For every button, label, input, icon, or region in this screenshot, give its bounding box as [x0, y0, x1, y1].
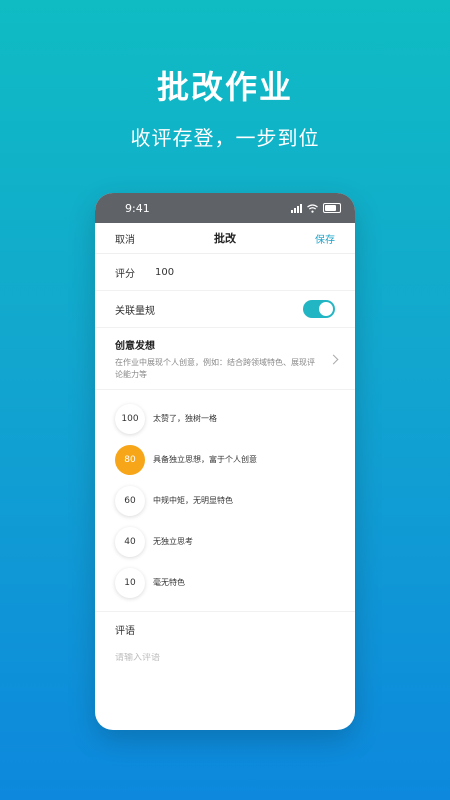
- comment-section: 评语: [95, 612, 355, 674]
- rubric-link-label: 关联量规: [115, 305, 155, 317]
- phone-mockup: 9:41 取消 批改 保存 评分 100 关联量规 创意发想 在作业中展现个人创…: [95, 193, 355, 730]
- score-badge-selected[interactable]: 80: [115, 444, 145, 475]
- status-bar: 9:41: [95, 193, 355, 223]
- signal-icon: [291, 203, 302, 213]
- score-level-80[interactable]: 80 具备独立思想，富于个人创意: [95, 439, 355, 480]
- score-value[interactable]: 100: [155, 267, 174, 278]
- score-badge[interactable]: 40: [115, 526, 145, 557]
- rubric-link-row: 关联量规: [95, 291, 355, 328]
- battery-icon: [323, 203, 341, 213]
- status-icons: [291, 203, 341, 213]
- criteria-description: 在作业中展现个人创意，例如：结合跨领域特色、展现评论能力等: [115, 358, 315, 379]
- score-level-text: 毫无特色: [153, 578, 185, 587]
- score-level-text: 中规中矩，无明显特色: [153, 496, 233, 505]
- score-level-text: 具备独立思想，富于个人创意: [153, 455, 257, 464]
- score-badge[interactable]: 60: [115, 485, 145, 516]
- toggle-knob: [319, 302, 333, 316]
- score-row[interactable]: 评分 100: [95, 254, 355, 291]
- score-level-100[interactable]: 100 太赞了，独树一格: [95, 398, 355, 439]
- status-time: 9:41: [125, 201, 150, 215]
- score-level-text: 无独立思考: [153, 537, 193, 546]
- score-level-10[interactable]: 10 毫无特色: [95, 562, 355, 603]
- criteria-title: 创意发想: [115, 341, 155, 352]
- score-level-60[interactable]: 60 中规中矩，无明显特色: [95, 480, 355, 521]
- comment-input[interactable]: [115, 653, 315, 663]
- score-badge[interactable]: 10: [115, 567, 145, 598]
- page-title: 批改: [214, 232, 236, 245]
- promo-headline: 批改作业: [156, 68, 293, 106]
- score-badge[interactable]: 100: [115, 403, 145, 434]
- cancel-button[interactable]: 取消: [115, 231, 135, 246]
- score-label: 评分: [115, 268, 135, 280]
- score-level-text: 太赞了，独树一格: [153, 414, 217, 423]
- score-level-40[interactable]: 40 无独立思考: [95, 521, 355, 562]
- comment-label: 评语: [115, 626, 135, 637]
- chevron-right-icon: [328, 354, 339, 365]
- nav-bar: 取消 批改 保存: [95, 223, 355, 254]
- rubric-link-toggle[interactable]: [303, 300, 335, 318]
- score-level-list: 100 太赞了，独树一格 80 具备独立思想，富于个人创意 60 中规中矩，无明…: [95, 390, 355, 612]
- save-button[interactable]: 保存: [315, 231, 335, 246]
- wifi-icon: [307, 203, 318, 213]
- criteria-item[interactable]: 创意发想 在作业中展现个人创意，例如：结合跨领域特色、展现评论能力等: [95, 328, 355, 390]
- promo-subline: 收评存登，一步到位: [130, 126, 320, 150]
